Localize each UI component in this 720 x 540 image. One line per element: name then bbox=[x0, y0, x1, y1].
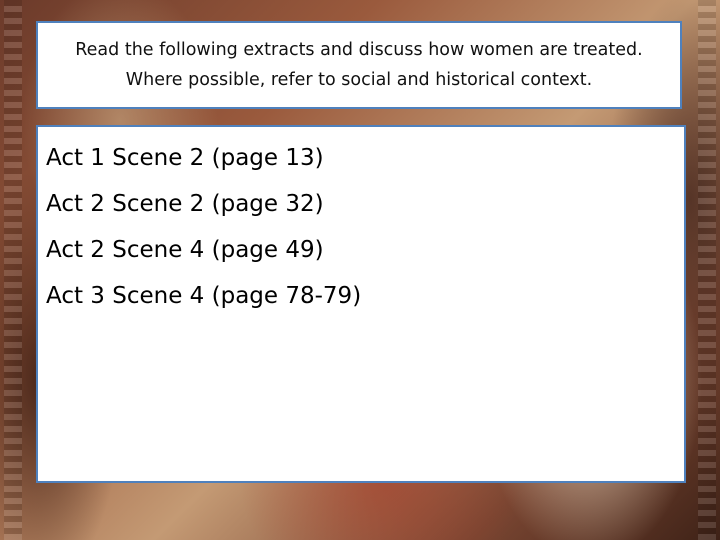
slide: Read the following extracts and discuss … bbox=[0, 0, 720, 540]
background-photo-detail bbox=[698, 0, 716, 540]
extract-item: Act 3 Scene 4 (page 78-79) bbox=[46, 283, 362, 309]
instruction-line-1: Read the following extracts and discuss … bbox=[75, 40, 643, 60]
instruction-line-2: Where possible, refer to social and hist… bbox=[125, 70, 593, 90]
extract-item: Act 2 Scene 2 (page 32) bbox=[46, 191, 324, 217]
background-photo-detail bbox=[4, 0, 22, 540]
extract-item: Act 2 Scene 4 (page 49) bbox=[46, 237, 324, 263]
instruction-box: Read the following extracts and discuss … bbox=[36, 21, 682, 109]
extract-list-box: Act 1 Scene 2 (page 13) Act 2 Scene 2 (p… bbox=[36, 125, 686, 483]
extract-item: Act 1 Scene 2 (page 13) bbox=[46, 145, 324, 171]
